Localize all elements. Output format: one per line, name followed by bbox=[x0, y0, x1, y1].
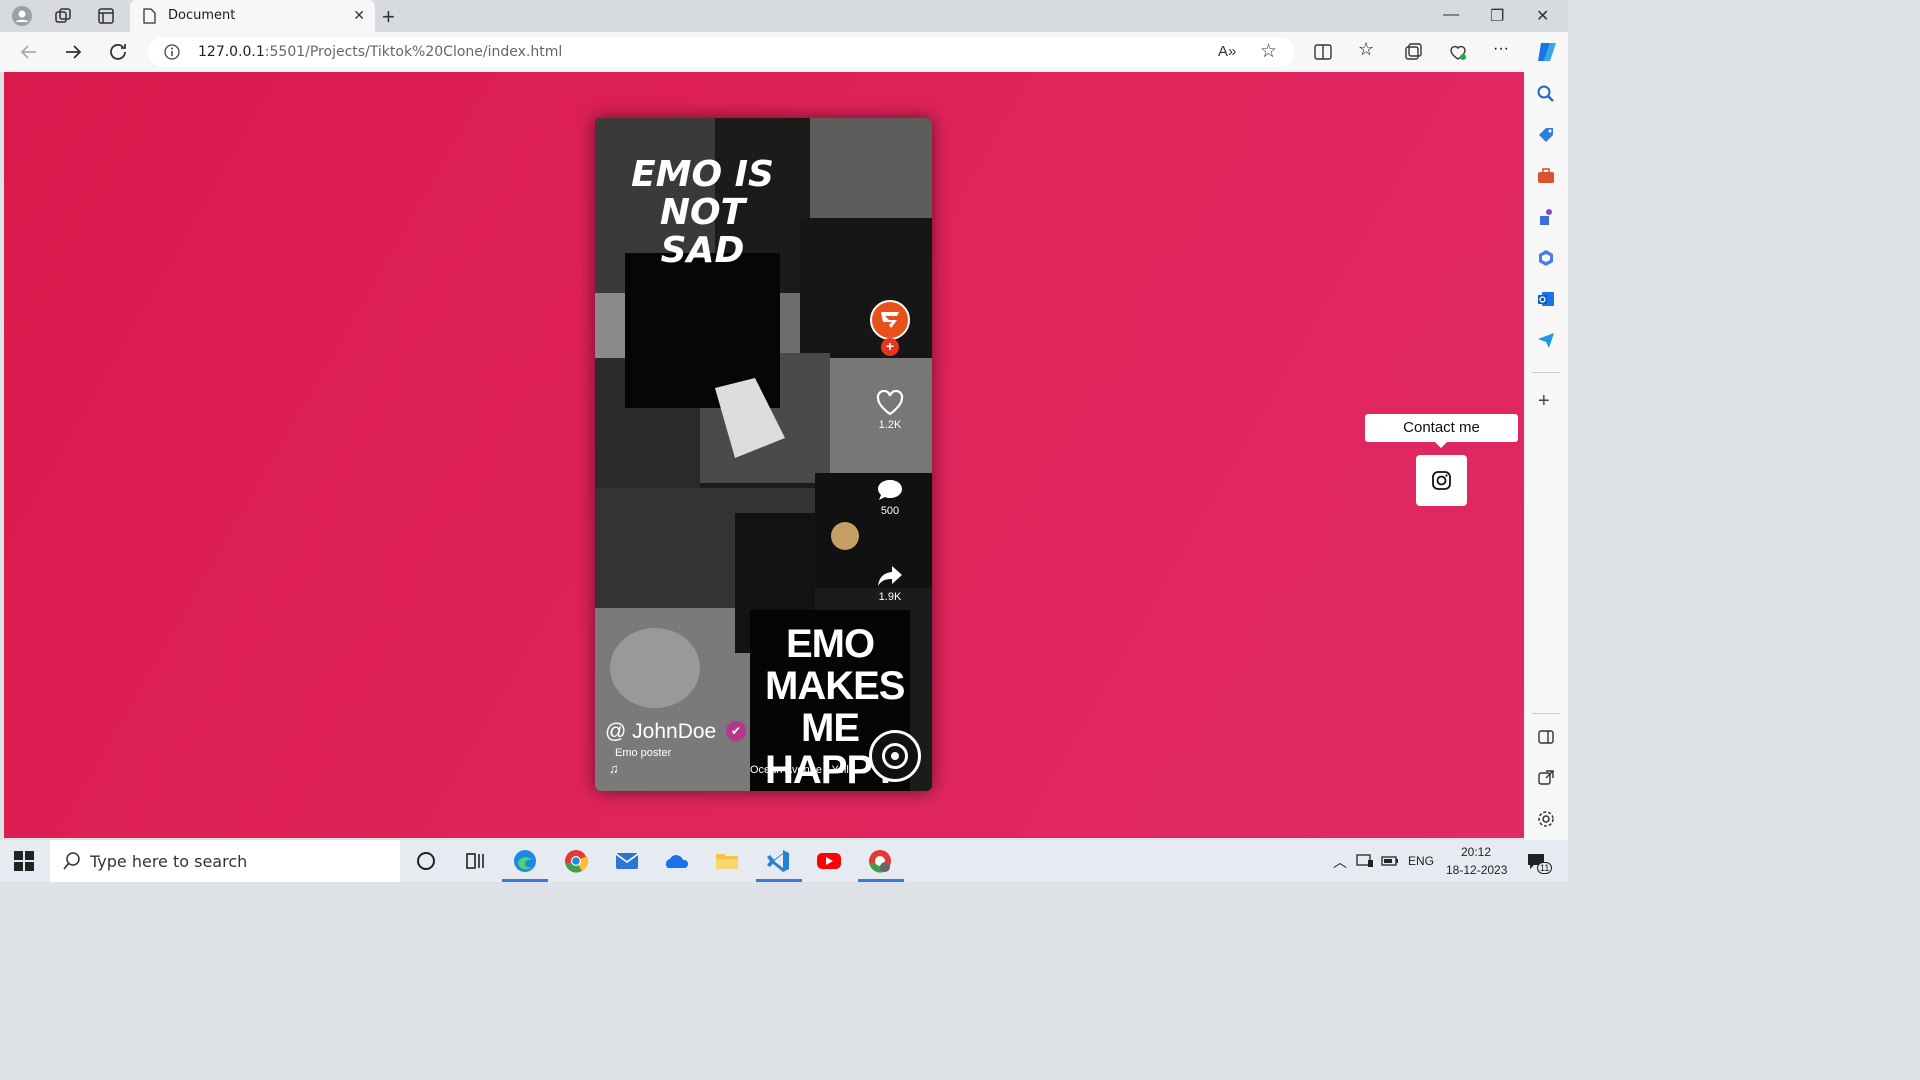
url-field[interactable]: 127.0.0.1:5501/Projects/Tiktok%20Clone/i… bbox=[148, 37, 1294, 67]
onedrive-icon[interactable] bbox=[664, 848, 690, 874]
copilot-icon[interactable] bbox=[1535, 40, 1559, 64]
forward-icon[interactable] bbox=[61, 40, 85, 64]
games-icon[interactable] bbox=[1536, 207, 1556, 227]
profile-icon[interactable] bbox=[12, 6, 32, 26]
creator-avatar[interactable] bbox=[870, 300, 910, 340]
settings-icon[interactable] bbox=[1536, 809, 1556, 829]
chrome-icon[interactable] bbox=[563, 848, 589, 874]
notification-count: 11 bbox=[1537, 862, 1553, 874]
share-button[interactable]: 1.9K bbox=[865, 564, 915, 603]
hide-sidebar-icon[interactable] bbox=[1536, 727, 1556, 747]
info-icon[interactable] bbox=[164, 44, 180, 60]
chrome-profile-icon[interactable] bbox=[867, 848, 893, 874]
edge-active-indicator bbox=[502, 879, 548, 882]
favorites-icon[interactable]: ☆ bbox=[1358, 39, 1378, 59]
mail-icon[interactable] bbox=[614, 848, 640, 874]
search-placeholder: Type here to search bbox=[90, 852, 248, 871]
collage-text-top: EMO IS NOT SAD bbox=[631, 154, 774, 271]
file-explorer-icon[interactable] bbox=[714, 848, 740, 874]
workspaces-icon[interactable] bbox=[53, 6, 73, 26]
taskbar-search[interactable]: Type here to search bbox=[50, 840, 400, 882]
language-indicator[interactable]: ENG bbox=[1408, 854, 1434, 868]
minimize-icon[interactable]: — bbox=[1443, 6, 1459, 24]
favorite-star-icon[interactable]: ☆ bbox=[1260, 40, 1277, 63]
clock-time[interactable]: 20:12 bbox=[1461, 845, 1491, 859]
battery-icon[interactable] bbox=[1381, 854, 1399, 868]
add-icon[interactable]: + bbox=[1538, 390, 1550, 413]
song-title: Ocean Avenue - Yellow bbox=[750, 764, 850, 776]
tab-title: Document bbox=[168, 8, 236, 23]
comment-button[interactable]: 500 bbox=[865, 478, 915, 517]
new-tab-icon[interactable]: + bbox=[382, 4, 395, 30]
page-icon bbox=[143, 8, 156, 24]
vscode-active-indicator bbox=[756, 879, 802, 882]
taskbar: Type here to search ︿ ENG 20:12 18-12-20… bbox=[0, 840, 1568, 882]
music-note-icon: ♫ bbox=[609, 761, 619, 776]
music-disc[interactable] bbox=[869, 730, 921, 782]
chrome-active-indicator bbox=[858, 879, 904, 882]
verified-icon: ✔ bbox=[726, 721, 747, 741]
external-link-icon[interactable] bbox=[1536, 768, 1556, 788]
task-view-icon[interactable] bbox=[462, 848, 488, 874]
tab-actions-icon[interactable] bbox=[96, 6, 116, 26]
health-icon[interactable] bbox=[1448, 42, 1468, 62]
shopping-icon[interactable] bbox=[1536, 125, 1556, 145]
microsoft365-icon[interactable] bbox=[1536, 248, 1556, 268]
url-host: 127.0.0.1 bbox=[198, 44, 265, 60]
chevron-up-icon[interactable]: ︿ bbox=[1333, 852, 1347, 872]
tools-icon[interactable] bbox=[1536, 166, 1556, 186]
edge-icon[interactable] bbox=[512, 848, 538, 874]
comment-count: 500 bbox=[880, 505, 900, 517]
restore-icon[interactable]: ❐ bbox=[1490, 6, 1504, 26]
read-aloud-icon[interactable]: A» bbox=[1218, 43, 1236, 60]
follow-plus-button[interactable]: + bbox=[881, 338, 899, 356]
video-description: Emo poster bbox=[615, 747, 672, 759]
browser-sidebar: + bbox=[1524, 72, 1568, 840]
instagram-icon bbox=[1432, 471, 1451, 490]
page-viewport: EMO IS NOT SAD EMO MAKES ME HAPPY + 1.2K… bbox=[4, 72, 1524, 838]
search-icon[interactable] bbox=[1536, 84, 1556, 104]
instagram-button[interactable] bbox=[1416, 455, 1467, 506]
clock-date[interactable]: 18-12-2023 bbox=[1446, 863, 1507, 877]
username[interactable]: @ JohnDoe ✔ bbox=[605, 720, 747, 744]
more-icon[interactable]: ··· bbox=[1493, 40, 1513, 60]
comment-icon bbox=[878, 480, 902, 500]
close-icon[interactable]: ✕ bbox=[353, 7, 365, 24]
share-count: 1.9K bbox=[878, 591, 902, 603]
address-bar: 127.0.0.1:5501/Projects/Tiktok%20Clone/i… bbox=[0, 32, 1568, 72]
brand-logo-icon bbox=[881, 312, 899, 328]
vscode-icon[interactable] bbox=[765, 848, 791, 874]
contact-tooltip: Contact me bbox=[1365, 414, 1518, 448]
send-icon[interactable] bbox=[1536, 330, 1556, 350]
network-icon[interactable] bbox=[1356, 853, 1374, 869]
heart-icon bbox=[876, 389, 904, 416]
refresh-icon[interactable] bbox=[106, 40, 130, 64]
share-icon bbox=[878, 566, 902, 586]
url-path: :5501/Projects/Tiktok%20Clone/index.html bbox=[264, 44, 563, 60]
split-screen-icon[interactable] bbox=[1313, 42, 1333, 62]
window-close-icon[interactable]: ✕ bbox=[1536, 6, 1549, 26]
video-card[interactable]: EMO IS NOT SAD EMO MAKES ME HAPPY + 1.2K… bbox=[595, 118, 932, 791]
outlook-icon[interactable] bbox=[1536, 289, 1556, 309]
windows-start-icon[interactable] bbox=[14, 851, 34, 871]
youtube-icon[interactable] bbox=[816, 848, 842, 874]
like-button[interactable]: 1.2K bbox=[865, 389, 915, 431]
search-icon bbox=[63, 852, 80, 870]
tab-bar: Document ✕ + — ❐ ✕ bbox=[0, 0, 1568, 32]
like-count: 1.2K bbox=[878, 419, 902, 431]
collections-icon[interactable] bbox=[1403, 42, 1423, 62]
tab-document[interactable]: Document ✕ bbox=[130, 0, 375, 32]
cortana-icon[interactable] bbox=[413, 848, 439, 874]
back-icon[interactable] bbox=[17, 40, 41, 64]
